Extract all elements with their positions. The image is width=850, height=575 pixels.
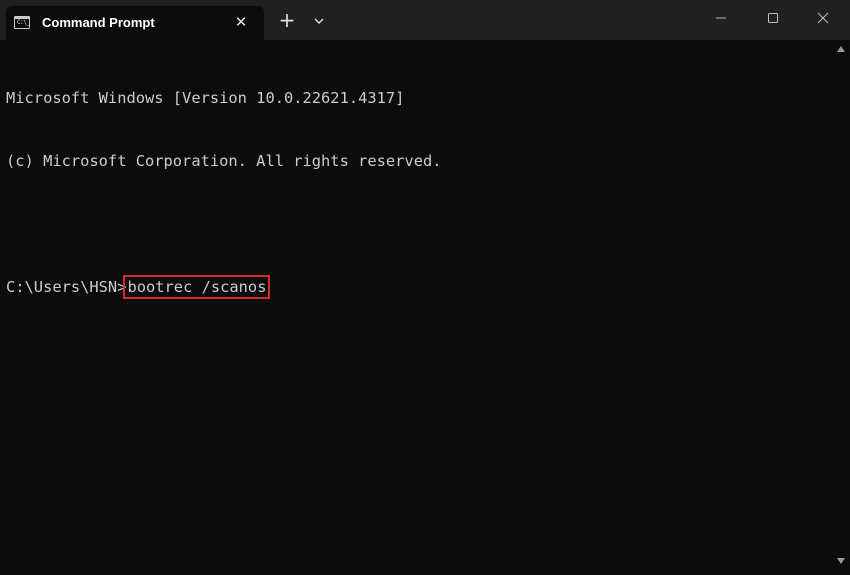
console-output[interactable]: Microsoft Windows [Version 10.0.22621.43…	[0, 40, 832, 575]
tab-title: Command Prompt	[42, 15, 155, 30]
close-button[interactable]	[800, 0, 846, 36]
minimize-icon	[716, 17, 726, 19]
console-line-copyright: (c) Microsoft Corporation. All rights re…	[6, 152, 442, 170]
minimize-button[interactable]	[698, 0, 744, 36]
scroll-up-arrow-icon[interactable]	[837, 46, 845, 52]
cmd-icon: C:\_	[14, 16, 30, 29]
console-prompt-line[interactable]: C:\Users\HSN>bootrec /scanos	[6, 275, 832, 299]
console-line-version: Microsoft Windows [Version 10.0.22621.43…	[6, 89, 405, 107]
title-bar: C:\_ Command Prompt ✕ +	[0, 0, 850, 40]
scroll-down-arrow-icon[interactable]	[837, 558, 845, 564]
command-input[interactable]: bootrec /scanos	[123, 275, 271, 299]
new-tab-button[interactable]: +	[276, 10, 298, 32]
maximize-button[interactable]	[750, 0, 796, 36]
chevron-down-icon[interactable]	[308, 10, 330, 32]
cmd-icon-glyph: C:\_	[17, 19, 30, 26]
close-icon	[817, 12, 829, 24]
tab-close-icon[interactable]: ✕	[232, 12, 250, 32]
vertical-scrollbar[interactable]	[832, 40, 850, 575]
maximize-icon	[768, 13, 778, 23]
prompt-path: C:\Users\HSN>	[6, 278, 127, 296]
tab-command-prompt[interactable]: C:\_ Command Prompt ✕	[6, 6, 264, 40]
